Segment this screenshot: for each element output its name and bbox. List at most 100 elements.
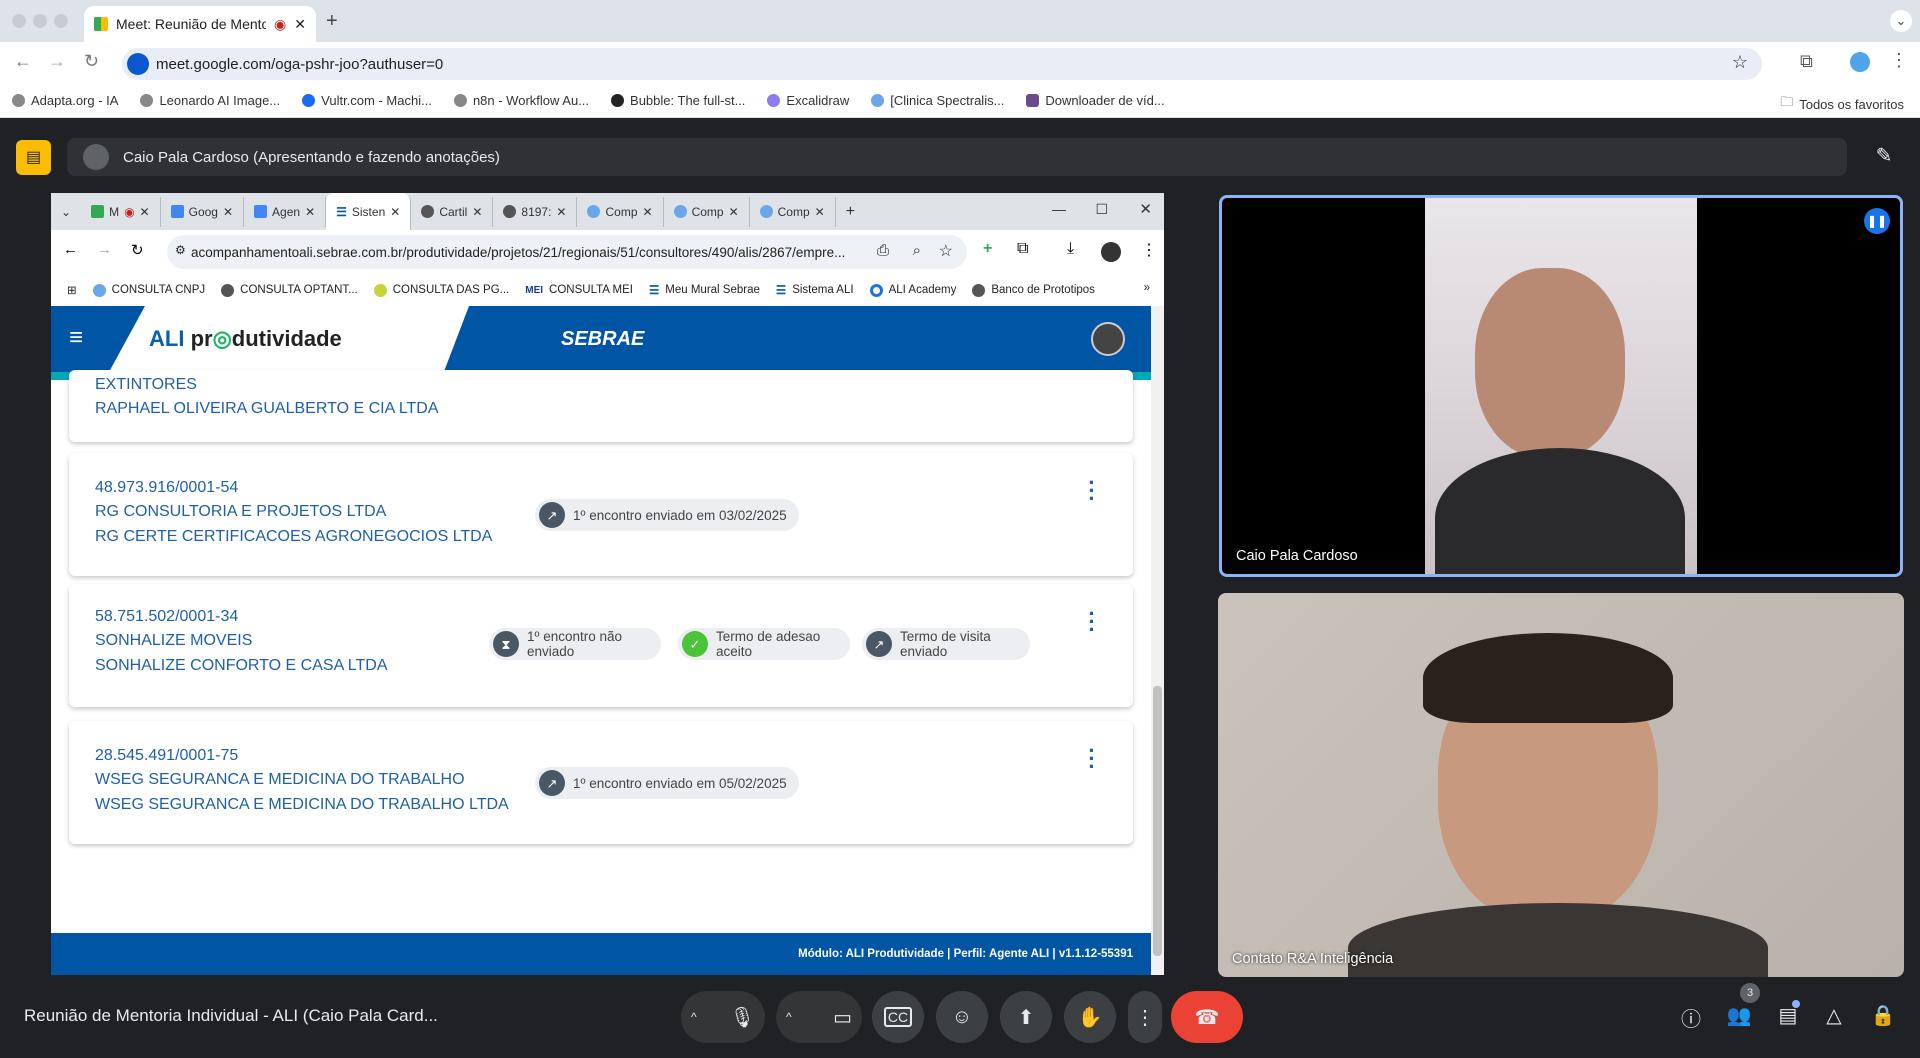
host-controls-icon[interactable]: 🔒 — [1869, 1003, 1897, 1031]
scrollbar[interactable] — [1151, 306, 1164, 975]
company-card[interactable]: 28.545.491/0001-75 WSEG SEGURANCA E MEDI… — [69, 721, 1133, 844]
new-tab-button[interactable]: + — [836, 203, 865, 221]
inner-tab-active[interactable]: ☰ Sisten ✕ — [326, 193, 412, 230]
reactions-button[interactable]: ☺ — [936, 991, 988, 1043]
camera-icon[interactable]: ▭ — [833, 1005, 852, 1030]
reload-icon[interactable]: ↻ — [84, 51, 99, 72]
hamburger-menu-icon[interactable]: ≡ — [69, 324, 83, 352]
minimize-icon[interactable]: — — [1052, 201, 1066, 217]
more-options-icon[interactable]: · · · — [1087, 740, 1097, 778]
close-tab-icon[interactable]: ✕ — [294, 16, 306, 33]
tab-search-button[interactable]: ⌄ — [1890, 10, 1912, 32]
annotate-pen-icon[interactable]: ✎ — [1868, 143, 1900, 175]
extensions-icon[interactable]: ⧉ — [1800, 51, 1813, 72]
inner-tab[interactable]: Comp ✕ — [577, 196, 664, 227]
bookmark[interactable]: [Clinica Spectralis... — [871, 93, 1004, 108]
back-icon[interactable]: ← — [63, 241, 78, 258]
close-tab-icon[interactable]: ✕ — [390, 205, 400, 219]
bookmark[interactable]: Vultr.com - Machi... — [302, 93, 432, 108]
company-cnpj[interactable]: 48.973.916/0001-54 — [95, 479, 238, 497]
inner-tab[interactable]: Cartil ✕ — [411, 196, 494, 227]
close-tab-icon[interactable]: ✕ — [643, 205, 653, 219]
all-bookmarks[interactable]: 🗀 Todos os favoritos — [1780, 93, 1904, 115]
more-options-button[interactable]: ⋮ — [1128, 991, 1162, 1043]
chrome-menu-icon[interactable]: ⋮ — [1890, 50, 1908, 71]
company-card[interactable]: 48.973.916/0001-54 RG CONSULTORIA E PROJ… — [69, 453, 1133, 576]
new-tab-button[interactable]: + — [326, 10, 338, 33]
back-icon[interactable]: ← — [14, 51, 32, 72]
tab-meet[interactable]: Meet: Reunião de Mentori ◉ ✕ — [84, 6, 316, 42]
close-tab-icon[interactable]: ✕ — [729, 205, 739, 219]
more-options-icon[interactable]: · · · — [1087, 603, 1097, 641]
participant-tile[interactable]: ❚❚ Caio Pala Cardoso — [1219, 195, 1903, 577]
bookmark[interactable]: CONSULTA CNPJ — [92, 283, 205, 297]
maximize-window-button[interactable] — [54, 14, 68, 28]
profile-avatar[interactable] — [1101, 242, 1121, 262]
bookmark[interactable]: ☰ Sistema ALI — [776, 283, 854, 297]
more-bookmarks-icon[interactable]: » — [1144, 282, 1150, 294]
company-cnpj[interactable]: 58.751.502/0001-34 — [95, 608, 238, 626]
close-tab-icon[interactable]: ✕ — [556, 205, 566, 219]
extension-plus-icon[interactable]: + — [983, 240, 992, 258]
close-tab-icon[interactable]: ✕ — [472, 205, 482, 219]
bookmark[interactable]: Adapta.org - IA — [12, 93, 118, 108]
bookmark[interactable]: Banco de Prototipos — [972, 283, 1095, 297]
menu-icon[interactable]: ⋮ — [1141, 240, 1157, 260]
participant-tile[interactable]: Contato R&A Inteligência — [1218, 593, 1904, 977]
zoom-icon[interactable]: ⌕ — [913, 242, 921, 259]
company-cnpj[interactable]: 28.545.491/0001-75 — [95, 747, 238, 765]
bookmark[interactable]: ☰ Meu Mural Sebrae — [649, 283, 760, 297]
present-button[interactable]: ⬆ — [1000, 991, 1052, 1043]
company-card[interactable]: 58.751.502/0001-34 SONHALIZE MOVEIS SONH… — [69, 584, 1133, 707]
activities-icon[interactable]: △ — [1820, 1003, 1848, 1031]
bookmark[interactable]: Excalidraw — [767, 93, 849, 108]
bookmark[interactable]: Leonardo AI Image... — [140, 93, 280, 108]
more-options-icon[interactable]: · · · — [1087, 472, 1097, 510]
star-icon[interactable]: ☆ — [939, 241, 953, 261]
close-tab-icon[interactable]: ✕ — [140, 205, 150, 219]
site-info-icon[interactable]: ⚙ — [175, 243, 186, 257]
download-icon[interactable]: ⤓ — [1067, 240, 1074, 258]
forward-icon[interactable]: → — [48, 51, 66, 72]
audio-options-chevron-icon[interactable]: ^ — [691, 1010, 697, 1024]
bookmark[interactable]: ALI Academy — [869, 283, 956, 297]
close-tab-icon[interactable]: ✕ — [223, 205, 233, 219]
inner-tab[interactable]: Comp ✕ — [664, 196, 750, 227]
company-card[interactable]: EXTINTORES RAPHAEL OLIVEIRA GUALBERTO E … — [69, 370, 1133, 442]
forward-icon[interactable]: → — [97, 241, 112, 258]
captions-button[interactable]: CC — [872, 991, 924, 1043]
inner-tab[interactable]: Comp ✕ — [750, 196, 836, 227]
video-options-chevron-icon[interactable]: ^ — [786, 1010, 792, 1024]
url-bar[interactable]: meet.google.com/oga-pshr-joo?authuser=0 … — [122, 48, 1762, 80]
close-window-button[interactable] — [12, 14, 26, 28]
bookmark[interactable]: Bubble: The full-st... — [611, 93, 745, 108]
user-avatar[interactable] — [1091, 322, 1125, 356]
bookmark[interactable]: MEI CONSULTA MEI — [525, 284, 633, 296]
scrollbar-thumb[interactable] — [1153, 686, 1162, 956]
close-tab-icon[interactable]: ✕ — [305, 205, 315, 219]
meeting-details-icon[interactable]: ⓘ — [1677, 1003, 1705, 1031]
tab-search-icon[interactable]: ⌄ — [51, 205, 81, 219]
bookmark[interactable]: n8n - Workflow Au... — [453, 93, 589, 108]
people-icon[interactable]: 👥 — [1725, 1003, 1753, 1031]
inner-tab[interactable]: M ◉ ✕ — [81, 196, 161, 227]
close-tab-icon[interactable]: ✕ — [815, 205, 825, 219]
stop-presenting-icon[interactable]: ▤ — [16, 140, 51, 175]
bookmark[interactable]: CONSULTA OPTANT... — [221, 283, 358, 297]
inner-tab[interactable]: 8197: ✕ — [493, 196, 578, 227]
leave-call-button[interactable]: ☎ — [1171, 991, 1243, 1043]
raise-hand-button[interactable]: ✋ — [1064, 991, 1116, 1043]
bookmark[interactable]: Downloader de víd... — [1026, 93, 1165, 108]
profile-avatar[interactable] — [1850, 52, 1870, 72]
microphone-icon[interactable]: 🎙 — [730, 1005, 755, 1030]
minimize-window-button[interactable] — [33, 14, 47, 28]
maximize-icon[interactable]: ☐ — [1095, 201, 1108, 218]
inner-tab[interactable]: Agen ✕ — [244, 196, 327, 227]
bookmark-star-icon[interactable]: ☆ — [1732, 52, 1748, 73]
bookmark[interactable]: CONSULTA DAS PG... — [373, 283, 509, 297]
apps-grid-icon[interactable]: ⊞ — [67, 283, 77, 297]
install-icon[interactable]: ⎙ — [877, 242, 889, 259]
extensions-icon[interactable]: ⧉ — [1017, 240, 1028, 258]
inner-tab[interactable]: Goog ✕ — [161, 196, 245, 227]
close-window-icon[interactable]: ✕ — [1139, 200, 1152, 218]
